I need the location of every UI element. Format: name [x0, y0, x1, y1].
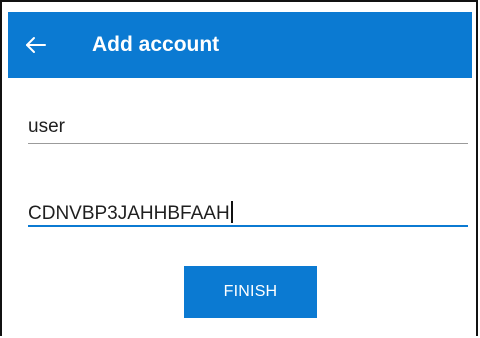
text-cursor	[230, 201, 233, 223]
page-title: Add account	[92, 33, 220, 56]
secret-key-underline-active	[28, 225, 468, 227]
username-input[interactable]: user	[28, 115, 65, 139]
secret-key-input[interactable]: CDNVBP3JAHHBFAAH	[28, 201, 233, 226]
app-window: Add account user CDNVBP3JAHHBFAAH FINISH	[0, 0, 478, 336]
back-arrow-icon[interactable]	[24, 33, 48, 57]
finish-button[interactable]: FINISH	[184, 266, 317, 318]
username-value: user	[28, 116, 65, 137]
app-bar: Add account	[8, 12, 472, 78]
username-underline	[28, 143, 468, 144]
secret-key-value: CDNVBP3JAHHBFAAH	[28, 203, 230, 224]
